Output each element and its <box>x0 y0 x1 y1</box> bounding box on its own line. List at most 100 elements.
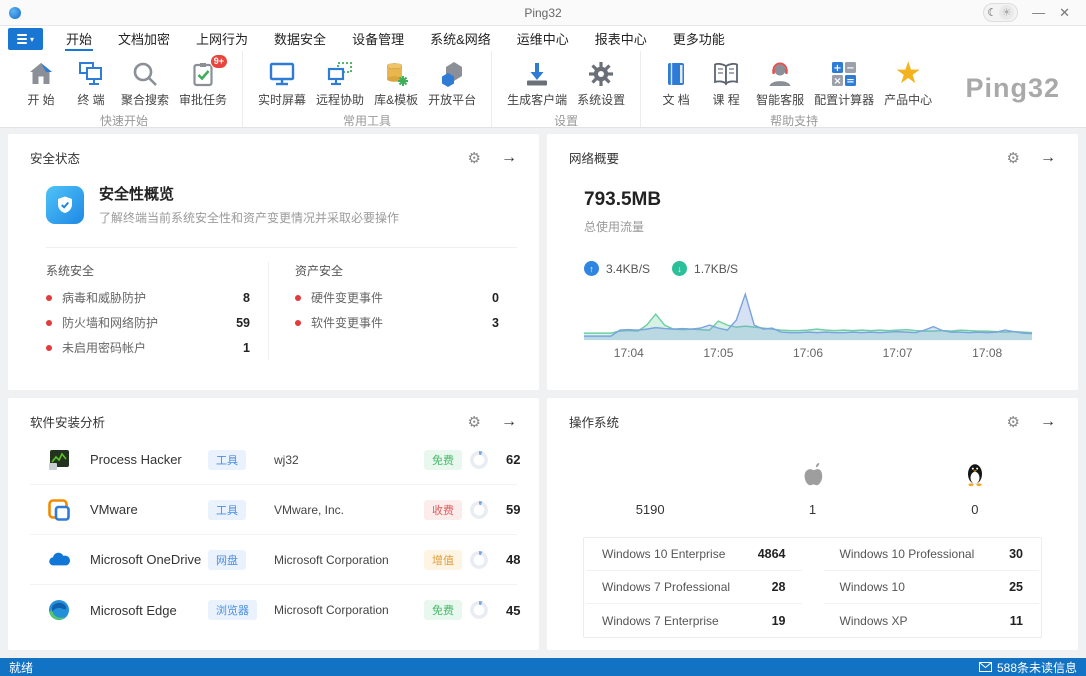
tab-ops-center[interactable]: 运维中心 <box>504 26 582 51</box>
onedrive-icon <box>46 547 72 573</box>
open-book-icon <box>706 57 746 90</box>
ribbon-item-open-platform[interactable]: 开放平台 <box>423 56 481 109</box>
svg-text:×: × <box>833 76 841 87</box>
security-shield-icon <box>46 186 84 224</box>
app-logo-icon <box>9 7 21 19</box>
list-item[interactable]: 未启用密码帐户 1 <box>46 335 250 360</box>
list-item[interactable]: 病毒和威胁防护 8 <box>46 285 250 310</box>
sun-icon[interactable]: ☀ <box>999 5 1014 20</box>
database-icon <box>376 57 416 90</box>
network-total-traffic: 793.5MB <box>584 189 1056 211</box>
envelope-icon <box>979 662 992 672</box>
ribbon-item-remote-assist[interactable]: 远程协助 <box>311 56 369 109</box>
tab-doc-encryption[interactable]: 文档加密 <box>105 26 183 51</box>
svg-text:−: − <box>846 63 854 74</box>
moon-icon[interactable]: ☾ <box>987 6 997 19</box>
ribbon-item-docs[interactable]: 文 档 <box>651 56 701 109</box>
menu-tabs: 开始 文档加密 上网行为 数据安全 设备管理 系统&网络 运维中心 报表中心 更… <box>53 26 738 51</box>
tab-system-network[interactable]: 系统&网络 <box>417 26 504 51</box>
alert-dot-icon <box>295 320 301 326</box>
ribbon-item-generate-client[interactable]: 生成客户端 <box>502 56 572 109</box>
chart-tick: 17:08 <box>972 346 1002 360</box>
ribbon-group-quickstart: 开 始 终 端 聚合搜索 9+ <box>6 51 243 127</box>
table-row[interactable]: Process Hacker 工具 wj32 免费 62 <box>30 435 517 485</box>
apple-logo-icon <box>799 459 825 489</box>
security-section-system: 系统安全 病毒和威胁防护 8 防火墙和网络防护 59 未启用密码帐户 <box>30 262 268 360</box>
upload-arrow-icon: ↑ <box>584 261 599 276</box>
list-item[interactable]: 软件变更事件 3 <box>295 310 499 335</box>
chart-tick: 17:06 <box>793 346 823 360</box>
security-section-assets: 资产安全 硬件变更事件 0 软件变更事件 3 <box>268 262 517 360</box>
install-gauge <box>470 501 488 519</box>
remote-assist-icon <box>320 57 360 90</box>
ribbon-item-aggregate-search[interactable]: 聚合搜索 <box>116 56 174 109</box>
open-platform-icon <box>432 57 472 90</box>
table-row[interactable]: Microsoft Edge 浏览器 Microsoft Corporation… <box>30 585 517 635</box>
ribbon-item-home[interactable]: 开 始 <box>16 56 66 109</box>
ribbon-group-common-tools: 实时屏幕 远程协助 库&模板 <box>243 51 492 127</box>
card-title: 安全状态 <box>30 148 80 167</box>
tab-more-features[interactable]: 更多功能 <box>660 26 738 51</box>
card-title: 操作系统 <box>569 412 619 431</box>
card-settings-icon[interactable]: ⚙ <box>1007 413 1020 431</box>
table-row: Windows 7 Enterprise19 <box>586 604 802 637</box>
alert-dot-icon <box>46 320 52 326</box>
theme-toggle[interactable]: ☾ ☀ <box>983 3 1018 22</box>
install-gauge <box>470 601 488 619</box>
ribbon-group-label: 设置 <box>502 109 630 130</box>
category-badge: 网盘 <box>208 550 246 570</box>
tab-report-center[interactable]: 报表中心 <box>582 26 660 51</box>
chart-tick: 17:04 <box>614 346 644 360</box>
os-version-table: Windows 10 Enterprise4864 Windows 10 Pro… <box>583 537 1042 638</box>
svg-text:+: + <box>833 63 841 74</box>
table-row[interactable]: Microsoft OneDrive 网盘 Microsoft Corporat… <box>30 535 517 585</box>
table-row[interactable]: VMware 工具 VMware, Inc. 收费 59 <box>30 485 517 535</box>
table-row: Windows XP11 <box>824 604 1040 637</box>
unread-messages[interactable]: 588条未读信息 <box>979 659 1077 676</box>
dashboard: 安全状态 ⚙ → 安全性概览 了解终端当前系统安全性和资产变更情况并采取必要操作… <box>0 128 1086 658</box>
security-overview-desc: 了解终端当前系统安全性和资产变更情况并采取必要操作 <box>99 209 399 226</box>
table-row: Windows 10 Professional30 <box>824 538 1040 571</box>
approval-badge: 9+ <box>210 54 228 69</box>
network-chart: 17:0417:0517:0617:0717:08 <box>584 288 1032 362</box>
ribbon-item-product-center[interactable]: ★ 产品中心 <box>879 56 937 109</box>
ribbon-item-courses[interactable]: 课 程 <box>701 56 751 109</box>
ribbon-item-library-templates[interactable]: 库&模板 <box>369 56 423 109</box>
card-title: 网络概要 <box>569 148 619 167</box>
ribbon-group-label: 快速开始 <box>16 109 232 130</box>
card-open-arrow-icon[interactable]: → <box>501 149 517 167</box>
card-settings-icon[interactable]: ⚙ <box>1007 149 1020 167</box>
alert-dot-icon <box>295 295 301 301</box>
close-button[interactable]: ✕ <box>1059 6 1070 19</box>
ribbon-item-system-settings[interactable]: 系统设置 <box>572 56 630 109</box>
ribbon-group-settings: 生成客户端 系统设置 设置 <box>492 51 641 127</box>
client-download-icon <box>517 57 557 90</box>
platform-apple: 1 <box>731 459 893 517</box>
card-open-arrow-icon[interactable]: → <box>501 413 517 431</box>
network-chart-svg <box>584 288 1032 342</box>
network-total-label: 总使用流量 <box>584 218 1056 235</box>
ribbon-item-config-calculator[interactable]: +−×= 配置计算器 <box>809 56 879 109</box>
card-open-arrow-icon[interactable]: → <box>1040 413 1056 431</box>
ribbon-item-approval-tasks[interactable]: 9+ 审批任务 <box>174 56 232 109</box>
windows-logo-icon <box>636 459 664 489</box>
ribbon-item-realtime-screen[interactable]: 实时屏幕 <box>253 56 311 109</box>
tab-data-security[interactable]: 数据安全 <box>261 26 339 51</box>
price-badge: 收费 <box>424 500 462 520</box>
ribbon-item-terminals[interactable]: 终 端 <box>66 56 116 109</box>
category-badge: 工具 <box>208 500 246 520</box>
monitor-icon <box>262 57 302 90</box>
card-open-arrow-icon[interactable]: → <box>1040 149 1056 167</box>
list-item[interactable]: 防火墙和网络防护 59 <box>46 310 250 335</box>
tab-device-mgmt[interactable]: 设备管理 <box>339 26 417 51</box>
card-settings-icon[interactable]: ⚙ <box>468 413 481 431</box>
tab-home[interactable]: 开始 <box>53 26 105 51</box>
price-badge: 增值 <box>424 550 462 570</box>
vmware-icon <box>46 497 72 523</box>
card-settings-icon[interactable]: ⚙ <box>468 149 481 167</box>
tab-web-behavior[interactable]: 上网行为 <box>183 26 261 51</box>
minimize-button[interactable]: — <box>1032 6 1045 19</box>
main-menu-button[interactable]: ▾ <box>8 28 43 50</box>
ribbon-item-smart-support[interactable]: 智能客服 <box>751 56 809 109</box>
list-item[interactable]: 硬件变更事件 0 <box>295 285 499 310</box>
